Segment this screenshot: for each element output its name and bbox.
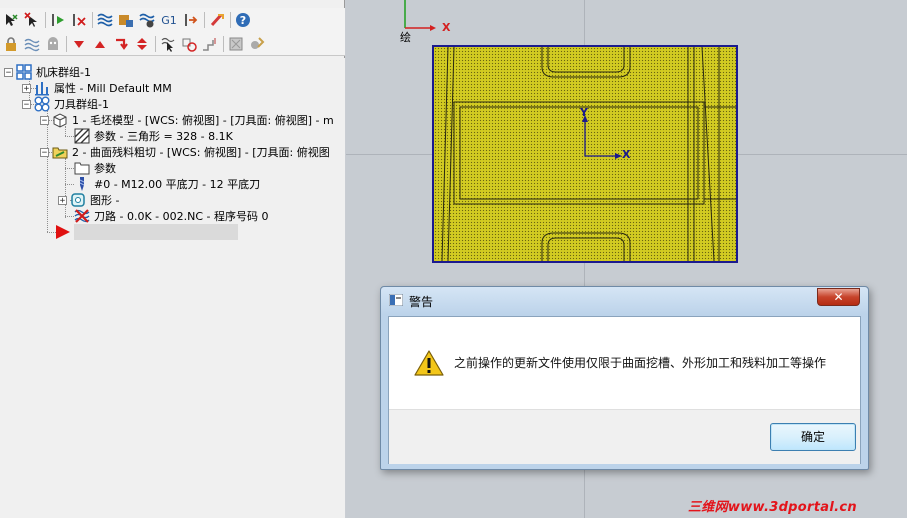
svg-text:?: ? (240, 14, 246, 27)
tree-row-machine-group[interactable]: − 机床群组-1 (4, 64, 91, 80)
collapse-icon[interactable]: − (40, 147, 49, 157)
operation-2-toolpath-label: 刀路 - 0.0K - 002.NC - 程序号码 0 (94, 210, 269, 223)
tree-row-operation-2-params[interactable]: 参数 (74, 160, 116, 176)
collapse-icon[interactable]: − (40, 115, 49, 125)
tree-row-operation-2-geometry[interactable]: + 图形 - (58, 192, 119, 208)
toolpath-group-icon (34, 96, 50, 112)
endmill-tool-icon (74, 176, 90, 192)
tree-row-operation-2[interactable]: − 2 - 曲面残料粗切 - [WCS: 俯视图] - [刀具面: 俯视图 (40, 144, 330, 160)
watermark-text: 三维网www.3dportal.cn (688, 500, 857, 515)
tree-row-properties[interactable]: + 属性 - Mill Default MM (22, 80, 172, 96)
close-button[interactable]: ✕ (817, 288, 860, 306)
params-folder-icon (74, 160, 90, 176)
app-window-icon (388, 293, 404, 307)
tree-row-operation-1-params[interactable]: 参数 - 三角形 = 328 - 8.1K (74, 128, 233, 144)
dialog-body: 之前操作的更新文件使用仅限于曲面挖槽、外形加工和残料加工等操作 确定 (388, 316, 861, 464)
g1-icon[interactable]: G1 (159, 11, 179, 29)
scroll-icon[interactable] (133, 35, 151, 53)
toolpath-invalid-icon (74, 208, 90, 224)
operation-2-tool-label: #0 - M12.00 平底刀 - 12 平底刀 (94, 178, 261, 191)
part-axis-gnomon (582, 115, 622, 159)
verify-toolpath-icon[interactable] (96, 11, 114, 29)
toolbar-separator (223, 35, 224, 52)
collapse-icon[interactable]: − (22, 99, 31, 109)
dialog-message: 之前操作的更新文件使用仅限于曲面挖槽、外形加工和残料加工等操作 (454, 356, 827, 370)
insert-arrow-icon[interactable] (112, 35, 130, 53)
ok-button[interactable]: 确定 (770, 423, 856, 451)
highfeed-icon[interactable] (208, 11, 226, 29)
post-icon[interactable] (182, 11, 200, 29)
settings-icon[interactable] (248, 35, 266, 53)
toolbar-separator (230, 12, 231, 28)
properties-icon (34, 80, 50, 96)
part-axis-x-label: X (622, 148, 631, 161)
workpiece-model[interactable] (432, 45, 738, 263)
toolpath-group-label: 刀具群组-1 (54, 98, 109, 111)
surface-rest-rough-icon (52, 144, 68, 160)
tree-row-operation-2-tool[interactable]: #0 - M12.00 平底刀 - 12 平底刀 (74, 176, 260, 192)
operation-1-params-label: 参数 - 三角形 = 328 - 8.1K (94, 130, 233, 143)
toggle-display-icon[interactable] (23, 35, 41, 53)
tree-row-operation-1[interactable]: − 1 - 毛坯模型 - [WCS: 俯视图] - [刀具面: 俯视图] - m (40, 112, 334, 128)
mesh-params-icon (74, 128, 90, 144)
stock-model-icon (52, 112, 68, 128)
toolbar-row-2 (0, 32, 345, 56)
insert-position-highlight (74, 224, 238, 240)
toolbar-separator (155, 35, 156, 52)
toolbar-separator (92, 12, 93, 28)
gnomon-x-label: X (442, 21, 451, 34)
toolbar-separator (45, 12, 46, 28)
dialog-button-bar: 确定 (389, 409, 860, 464)
regenerate-icon[interactable] (49, 11, 67, 29)
toolpath-editor-icon[interactable] (201, 35, 219, 53)
collapse-icon[interactable]: − (4, 67, 13, 77)
backplot-icon[interactable] (117, 11, 135, 29)
move-up-icon[interactable] (91, 35, 109, 53)
toolbar-row-1: G1 ? (0, 8, 345, 32)
toolbar-separator (204, 12, 205, 28)
toolbar-separator (66, 35, 67, 52)
properties-label: 属性 - Mill Default MM (54, 82, 172, 95)
tree-row-operation-2-toolpath[interactable]: 刀路 - 0.0K - 002.NC - 程序号码 0 (74, 208, 269, 224)
g1-label: G1 (161, 13, 177, 27)
expand-icon[interactable]: + (58, 195, 67, 205)
expand-icon[interactable]: + (22, 83, 31, 93)
hide-icon[interactable] (44, 35, 62, 53)
operation-tree: − 机床群组-1 + 属性 - Mill Default MM − 刀具群组-1… (0, 58, 345, 518)
operations-manager-panel: G1 ? − 机床群组-1 + 属性 - Mill Default MM − 刀… (0, 0, 345, 518)
operation-2-geometry-label: 图形 - (90, 194, 120, 207)
dialog-title: 警告 (409, 295, 434, 309)
help-icon[interactable]: ? (234, 11, 252, 29)
simulate-icon[interactable] (138, 11, 156, 29)
select-icon[interactable] (2, 11, 20, 29)
lock-icon[interactable] (2, 35, 20, 53)
move-down-icon[interactable] (70, 35, 88, 53)
operation-2-label: 2 - 曲面残料粗切 - [WCS: 俯视图] - [刀具面: 俯视图 (72, 146, 330, 159)
insert-arrow-icon[interactable] (54, 224, 70, 240)
insert-arrow-row[interactable] (54, 224, 74, 240)
part-axis-y-label: Y (580, 106, 588, 119)
dialog-title-bar[interactable]: 警告 ✕ (381, 287, 868, 315)
machine-group-icon (16, 64, 32, 80)
warning-dialog: 警告 ✕ 之前操作的更新文件使用仅限于曲面挖槽、外形加工和残料加工等操作 确定 (380, 286, 869, 470)
warning-icon (414, 349, 444, 377)
tree-row-toolpath-group[interactable]: − 刀具群组-1 (22, 96, 109, 112)
select-toolpath-icon[interactable] (159, 35, 177, 53)
dirty-regenerate-icon[interactable] (70, 11, 88, 29)
solid-icon[interactable] (227, 35, 245, 53)
select-tool-icon[interactable] (180, 35, 198, 53)
geometry-icon (70, 192, 86, 208)
deselect-icon[interactable] (23, 11, 41, 29)
machine-group-label: 机床群组-1 (36, 66, 91, 79)
gnomon-view-label: 绘 (400, 31, 411, 44)
operation-1-label: 1 - 毛坯模型 - [WCS: 俯视图] - [刀具面: 俯视图] - m (72, 114, 334, 127)
operation-2-params-label: 参数 (94, 162, 116, 175)
